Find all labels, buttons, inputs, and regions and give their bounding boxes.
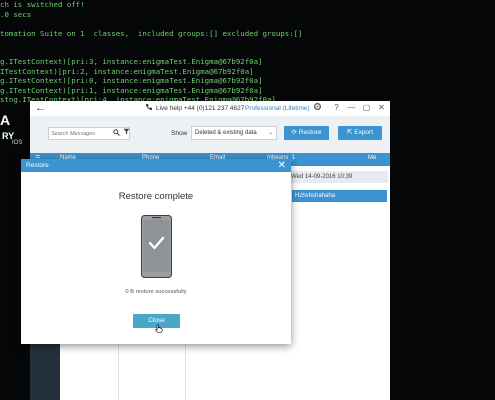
restore-button[interactable]: ⟳ Restore xyxy=(284,126,329,140)
restore-label: Restore xyxy=(298,129,322,136)
dialog-title: Restore xyxy=(26,162,49,169)
window-close-button[interactable]: ✕ xyxy=(376,102,387,113)
title-bar: ← Live help +44 (0)121 237 4627 Professi… xyxy=(30,101,390,116)
show-filter-value: Deleted & existing data xyxy=(195,130,257,136)
settings-icon[interactable] xyxy=(312,102,323,113)
terminal-line: g.ITestContext)[pri:1, instance:enigmaTe… xyxy=(0,85,263,95)
export-button[interactable]: ⇱ Export xyxy=(338,126,382,140)
minimize-button[interactable]: — xyxy=(346,102,357,113)
dialog-close-icon[interactable]: ✕ xyxy=(278,159,286,172)
restore-status-text: 0 B restore successfully xyxy=(125,289,187,295)
phone-icon xyxy=(145,103,153,113)
live-help-text: Live help +44 (0)121 237 4627 xyxy=(156,105,245,112)
chat-message-bubble: Hzhshshahaha xyxy=(292,190,387,202)
terminal-line: ch is switched off! xyxy=(0,0,85,9)
brand-logo-line3: IOS xyxy=(12,140,23,146)
maximize-button[interactable]: ▢ xyxy=(361,102,372,113)
terminal-line: g.ITestContext)[pri:0, instance:enigmaTe… xyxy=(0,76,263,85)
terminal-line: tomation Suite on 1 classes, included gr… xyxy=(0,28,303,38)
export-label: Export xyxy=(354,129,374,136)
hand-cursor-icon xyxy=(155,320,163,338)
restore-complete-heading: Restore complete xyxy=(118,191,194,202)
chevron-down-icon: ⌄ xyxy=(267,130,273,136)
terminal-line: g.ITestContext)[pri:3, instance:enigmaTe… xyxy=(0,57,263,66)
back-button[interactable]: ← xyxy=(35,102,46,114)
chat-me-label: Me xyxy=(368,155,377,161)
export-icon: ⇱ xyxy=(346,129,353,136)
search-input[interactable] xyxy=(51,129,113,139)
phone-check-icon xyxy=(141,215,172,283)
terminal-line: .0 secs xyxy=(0,9,32,19)
edition-link[interactable]: Professional (Lifetime) xyxy=(245,105,310,112)
filter-icon[interactable] xyxy=(123,128,130,139)
dialog-header: Restore ✕ xyxy=(21,159,291,172)
show-filter-select[interactable]: Deleted & existing data ⌄ xyxy=(191,126,277,140)
toolbar: Show Deleted & existing data ⌄ ⟳ Restore… xyxy=(30,116,390,153)
brand-logo-line1: A xyxy=(0,112,11,128)
restore-icon: ⟳ xyxy=(291,129,297,136)
search-icon[interactable] xyxy=(113,128,120,139)
terminal-line: ITestContext)[pri:2, instance:enigmaTest… xyxy=(0,66,254,76)
search-box xyxy=(48,127,130,140)
show-label: Show xyxy=(171,130,188,137)
help-icon[interactable]: ? xyxy=(331,102,342,113)
chat-date-stamp: Wed 14-09-2016 10:39 xyxy=(288,171,388,183)
restore-dialog: Restore ✕ Restore complete 0 B restore s… xyxy=(21,159,291,344)
